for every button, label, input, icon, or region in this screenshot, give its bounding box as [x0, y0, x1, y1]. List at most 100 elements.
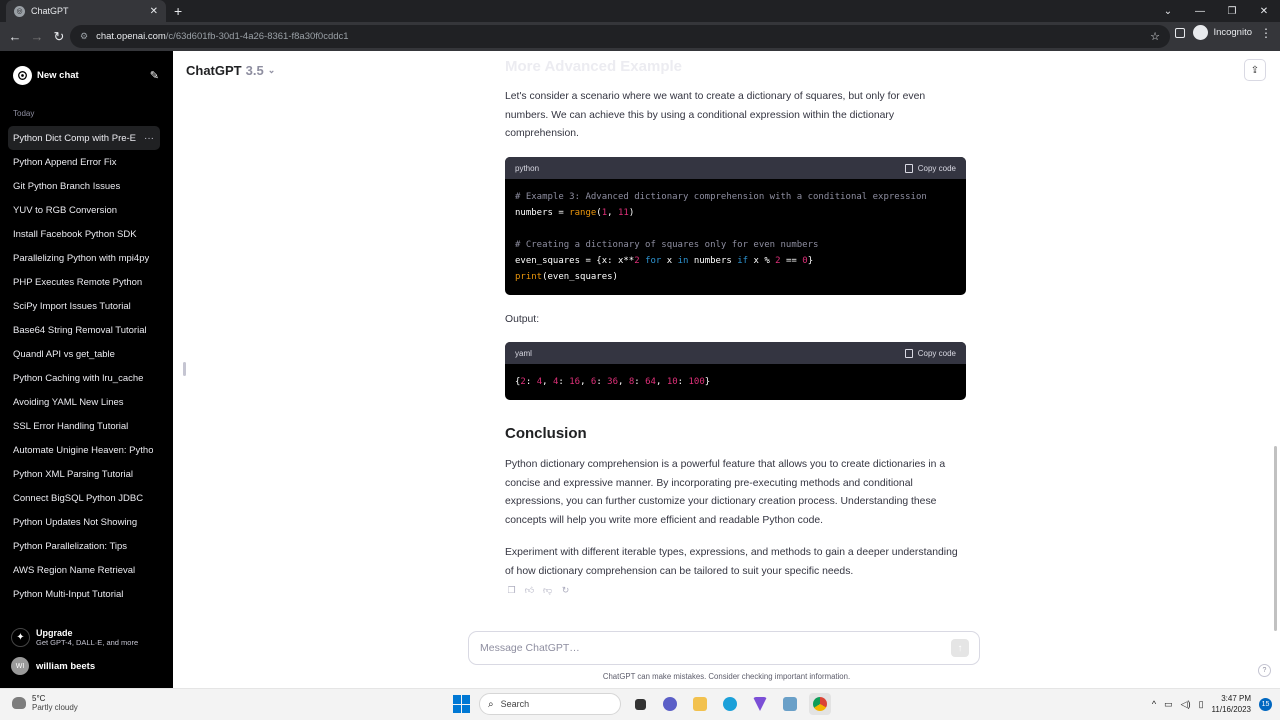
sidebar-chat-item[interactable]: Python Caching with lru_cache [8, 366, 160, 390]
sidebar-chat-item[interactable]: Python XML Parsing Tutorial [8, 462, 160, 486]
paragraph: Experiment with different iterable types… [505, 547, 958, 577]
chat-item-label: Python Parallelization: Tips [13, 540, 128, 552]
sidebar-chat-item[interactable]: PHP Executes Remote Python [8, 270, 160, 294]
conclusion-heading: Conclusion [505, 425, 587, 442]
notification-badge[interactable]: 15 [1259, 697, 1272, 711]
browser-menu-icon[interactable]: ⋮ [1260, 26, 1272, 40]
share-icon: ⇪ [1250, 64, 1260, 76]
code-language: yaml [515, 348, 532, 358]
minimize-icon[interactable]: — [1184, 0, 1216, 22]
message-input[interactable] [480, 642, 951, 654]
more-options-icon[interactable]: ··· [141, 132, 154, 144]
send-button[interactable]: ↑ [951, 639, 969, 657]
task-view-icon[interactable] [629, 693, 651, 715]
url-input[interactable]: ⚙ chat.openai.com /c/63d601fb-30d1-4a26-… [70, 25, 1170, 48]
sidebar-chat-item[interactable]: AWS Region Name Retrieval [8, 558, 160, 582]
browser-tab[interactable]: ◎ ChatGPT ✕ [6, 0, 166, 22]
chat-item-label: Avoiding YAML New Lines [13, 396, 124, 408]
compose-icon[interactable]: ✎ [150, 69, 159, 82]
network-icon[interactable]: ▭ [1164, 699, 1173, 710]
regenerate-icon[interactable]: ↻ [561, 585, 570, 595]
sidebar-chat-item[interactable]: Python Parallelization: Tips [8, 534, 160, 558]
volume-icon[interactable]: ◁) [1181, 699, 1191, 710]
edge-icon[interactable] [719, 693, 741, 715]
chrome-icon[interactable] [809, 693, 831, 715]
chevron-down-icon: ⌄ [267, 65, 276, 75]
history-section-label: Today [13, 109, 35, 118]
tab-search-icon[interactable]: ⌄ [1152, 0, 1184, 22]
sidebar-chat-item[interactable]: Parallelizing Python with mpi4py [8, 246, 160, 270]
start-icon[interactable] [453, 695, 471, 713]
sidebar-chat-item[interactable]: Python Multi-Input Tutorial [8, 582, 160, 606]
paragraph: Let's consider a scenario where we want … [505, 91, 926, 140]
sidebar-chat-item[interactable]: Avoiding YAML New Lines [8, 390, 160, 414]
site-info-icon[interactable]: ⚙ [80, 31, 88, 42]
restore-icon[interactable]: ❐ [1216, 0, 1248, 22]
incognito-indicator[interactable]: Incognito [1193, 25, 1252, 40]
help-button[interactable]: ? [1258, 664, 1271, 677]
sidebar-chat-item[interactable]: SciPy Import Issues Tutorial [8, 294, 160, 318]
taskbar-search[interactable]: ⌕ Search [479, 693, 621, 715]
code-line: even_squares = {x: x**2 for x in numbers… [515, 256, 814, 266]
copy-code-button[interactable]: Copy code [904, 163, 956, 173]
tab-title: ChatGPT [31, 6, 69, 16]
code-block: python Copy code # Example 3: Advanced d… [505, 157, 966, 295]
thumbs-up-icon[interactable]: 👍︎ [525, 585, 534, 595]
code-line: {2: 4, 4: 16, 6: 36, 8: 64, 10: 100} [515, 377, 711, 387]
browser-tab-strip: ◎ ChatGPT ✕ + ⌄ — ❐ ✕ [0, 0, 1280, 22]
new-chat-button[interactable]: New chat ✎ [8, 63, 165, 87]
chat-item-label: Python Dict Comp with Pre-E [13, 132, 137, 144]
url-path: /c/63d601fb-30d1-4a26-8361-f8a30f0cddc1 [165, 31, 349, 42]
bookmark-star-icon[interactable]: ☆ [1150, 30, 1160, 43]
back-icon[interactable]: ← [4, 29, 26, 44]
sidebar-chat-item[interactable]: SSL Error Handling Tutorial [8, 414, 160, 438]
chevron-up-icon[interactable]: ^ [1152, 699, 1156, 709]
teams-chat-icon[interactable] [659, 693, 681, 715]
sidebar-chat-item[interactable]: Quandl API vs get_table [8, 342, 160, 366]
new-tab-icon[interactable]: + [174, 3, 182, 19]
output-label: Output: [505, 314, 540, 325]
clock-date: 11/16/2023 [1211, 705, 1251, 714]
chat-item-label: Quandl API vs get_table [13, 348, 115, 360]
sidebar-chat-item[interactable]: Python Dict Comp with Pre-E ··· [8, 126, 160, 150]
sidebar-chat-item[interactable]: Install Facebook Python SDK [8, 222, 160, 246]
sidebar-chat-item[interactable]: Base64 String Removal Tutorial [8, 318, 160, 342]
photos-app-icon[interactable] [779, 693, 801, 715]
copy-code-button[interactable]: Copy code [904, 348, 956, 358]
scrollbar[interactable] [1274, 446, 1277, 631]
reload-icon[interactable]: ↻ [48, 29, 70, 45]
taskbar-search-label: Search [500, 699, 530, 709]
vpn-app-icon[interactable] [749, 693, 771, 715]
incognito-label: Incognito [1213, 27, 1252, 38]
search-icon: ⌕ [488, 698, 494, 710]
sidebar-chat-item[interactable]: Git Python Branch Issues [8, 174, 160, 198]
battery-icon[interactable]: ▯ [1199, 699, 1204, 710]
close-tab-icon[interactable]: ✕ [150, 6, 158, 17]
copy-code-label: Copy code [917, 348, 956, 358]
code-line: # Example 3: Advanced dictionary compreh… [515, 192, 927, 202]
chat-item-label: Connect BigSQL Python JDBC [13, 492, 144, 504]
temperature: 5°C [32, 694, 46, 703]
avatar: WI [11, 657, 29, 675]
close-window-icon[interactable]: ✕ [1248, 0, 1280, 22]
copy-icon[interactable]: ❐ [507, 585, 516, 595]
share-button[interactable]: ⇪ [1244, 59, 1266, 81]
sidebar-chat-item[interactable]: YUV to RGB Conversion [8, 198, 160, 222]
sidebar-collapse-handle[interactable] [183, 362, 186, 376]
upgrade-button[interactable]: ✦ Upgrade Get GPT-4, DALL·E, and more [8, 625, 165, 649]
side-panel-icon[interactable] [1175, 27, 1186, 38]
file-explorer-icon[interactable] [689, 693, 711, 715]
forward-icon[interactable]: → [26, 29, 48, 44]
section-heading: More Advanced Example [505, 58, 683, 75]
sidebar-chat-item[interactable]: Automate Unigine Heaven: Pytho [8, 438, 160, 462]
sidebar-chat-item[interactable]: Python Append Error Fix [8, 150, 160, 174]
code-line: numbers = range(1, 11) [515, 208, 635, 218]
thumbs-down-icon[interactable]: 👎︎ [543, 585, 552, 595]
weather-widget[interactable]: 5°C Partly cloudy [12, 694, 78, 712]
sidebar-chat-item[interactable]: Connect BigSQL Python JDBC [8, 486, 160, 510]
user-menu[interactable]: WI william beets [8, 654, 165, 678]
clock[interactable]: 3:47 PM 11/16/2023 [1212, 693, 1251, 715]
code-language: python [515, 163, 540, 173]
sidebar-chat-item[interactable]: Python Updates Not Showing [8, 510, 160, 534]
model-selector[interactable]: ChatGPT 3.5 ⌄ [186, 63, 275, 78]
